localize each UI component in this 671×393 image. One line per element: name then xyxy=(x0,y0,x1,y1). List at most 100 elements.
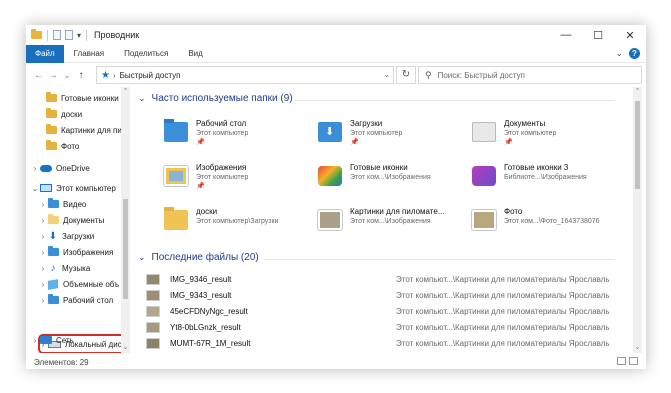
ready-icons-folder-icon xyxy=(318,166,342,186)
recent-file-row[interactable]: MUMT-67R_1M_result Этот компьют...\Карти… xyxy=(146,335,616,351)
minimize-button[interactable]: — xyxy=(550,25,582,45)
new-folder-icon[interactable] xyxy=(65,30,73,40)
pin-icon: 📌 xyxy=(504,139,513,146)
section-divider xyxy=(264,259,614,260)
collapse-chevron-icon[interactable]: ⌄ xyxy=(138,252,146,263)
nav-item-music[interactable]: › ♪ Музыка xyxy=(38,261,91,275)
nav-item-pictures[interactable]: › Изображения xyxy=(38,245,113,259)
expand-chevron-icon[interactable]: › xyxy=(38,200,48,209)
explorer-app-icon[interactable] xyxy=(31,29,42,39)
tab-file[interactable]: Файл xyxy=(26,44,64,63)
scrollbar-thumb[interactable] xyxy=(123,199,128,299)
desktop-folder-icon xyxy=(164,119,188,142)
close-button[interactable]: ✕ xyxy=(614,25,646,45)
breadcrumb-separator: › xyxy=(112,70,116,80)
scroll-up-icon[interactable]: ⌃ xyxy=(121,87,130,95)
view-switcher xyxy=(617,357,638,365)
breadcrumb-quick-access[interactable]: Быстрый доступ xyxy=(120,71,181,80)
frequent-folders-header[interactable]: ⌄ Часто используемые папки (9) xyxy=(138,93,293,104)
recent-locations-button[interactable]: ⌄ xyxy=(60,71,74,80)
nav-item-ready-icons[interactable]: Готовые иконки xyxy=(46,91,119,105)
nav-item-desktop[interactable]: › Рабочий стол xyxy=(38,293,113,307)
folder-tile-lumber-pictures[interactable]: Картинки для пиломате... Этот ком...\Изоб… xyxy=(316,203,466,241)
content-scrollbar[interactable]: ⌃ ⌄ xyxy=(633,87,642,353)
window-title: Проводник xyxy=(94,30,140,40)
nav-item-boards[interactable]: доски xyxy=(46,107,82,121)
folder-tile-desktop[interactable]: Рабочий стол Этот компьютер 📌 xyxy=(162,115,312,153)
expand-chevron-icon[interactable]: › xyxy=(38,232,48,241)
folder-tile-pictures[interactable]: Изображения Этот компьютер 📌 xyxy=(162,159,312,197)
expand-chevron-icon[interactable]: › xyxy=(30,336,40,345)
maximize-button[interactable]: ☐ xyxy=(582,25,614,45)
large-icons-view-icon[interactable] xyxy=(629,357,638,365)
nav-item-3d-objects[interactable]: › Объемные объ xyxy=(38,277,119,291)
tab-view[interactable]: Вид xyxy=(178,45,212,63)
expand-chevron-icon[interactable]: › xyxy=(38,280,48,289)
details-view-icon[interactable] xyxy=(617,357,626,365)
tab-share[interactable]: Поделиться xyxy=(114,45,178,63)
scroll-down-icon[interactable]: ⌄ xyxy=(633,343,642,351)
quick-access-toolbar: ▾ xyxy=(26,25,88,45)
pin-icon: 📌 xyxy=(196,139,205,146)
pictures-folder-icon xyxy=(48,246,59,256)
recent-file-row[interactable]: 45eCFDNyNgc_result Этот компьют...\Карти… xyxy=(146,303,616,319)
expand-chevron-icon[interactable]: › xyxy=(38,296,48,305)
boards-folder-icon xyxy=(164,207,188,230)
address-bar[interactable]: ★ › Быстрый доступ ⌄ xyxy=(96,66,394,84)
photo-folder-icon xyxy=(471,209,497,231)
nav-item-downloads[interactable]: › ⬇ Загрузки xyxy=(38,229,95,243)
recent-file-row[interactable]: Yt8-0bLGnzk_result Этот компьют...\Карти… xyxy=(146,319,616,335)
collapse-chevron-icon[interactable]: ⌄ xyxy=(30,184,40,193)
recent-file-row[interactable]: IMG_9346_result Этот компьют...\Картинки… xyxy=(146,271,616,287)
scroll-up-icon[interactable]: ⌃ xyxy=(633,87,642,95)
nav-item-network[interactable]: › Сеть xyxy=(30,333,74,347)
status-bar: Элементов: 29 xyxy=(26,355,646,369)
nav-pane-scrollbar[interactable]: ⌃ ⌄ xyxy=(121,87,130,353)
expand-ribbon-icon[interactable]: ⌄ xyxy=(615,48,623,59)
up-button[interactable]: ↑ xyxy=(74,70,88,81)
ready-icons-3-folder-icon xyxy=(472,166,496,186)
folder-tile-ready-icons[interactable]: Готовые иконки Этот ком...\Изображения xyxy=(316,159,466,197)
folder-tile-downloads[interactable]: ЗагрузкиЭтот компьютер📌 xyxy=(316,115,466,153)
scrollbar-thumb[interactable] xyxy=(635,101,640,189)
window-controls: — ☐ ✕ xyxy=(550,25,646,45)
nav-item-lumber-pictures[interactable]: Картинки для пи xyxy=(46,123,122,137)
music-note-icon: ♪ xyxy=(50,262,56,274)
navigation-pane: Готовые иконки доски Картинки для пи Фот… xyxy=(26,87,130,353)
help-icon[interactable]: ? xyxy=(629,48,640,59)
image-thumbnail-icon xyxy=(146,273,160,285)
back-button[interactable]: ← xyxy=(32,70,46,81)
nav-item-videos[interactable]: › Видео xyxy=(38,197,86,211)
expand-chevron-icon[interactable]: › xyxy=(38,264,48,273)
expand-chevron-icon[interactable]: › xyxy=(38,248,48,257)
folder-icon xyxy=(46,140,57,150)
nav-item-this-pc[interactable]: ⌄ Этот компьютер xyxy=(30,181,116,195)
recent-file-row[interactable]: IMG_9343_result Этот компьют...\Картинки… xyxy=(146,287,616,303)
properties-icon[interactable] xyxy=(53,30,61,40)
tab-home[interactable]: Главная xyxy=(64,45,114,63)
forward-button[interactable]: → xyxy=(46,70,60,81)
recent-files-header[interactable]: ⌄ Последние файлы (20) xyxy=(138,252,259,263)
nav-item-onedrive[interactable]: › OneDrive xyxy=(30,161,90,175)
expand-chevron-icon[interactable]: › xyxy=(30,164,40,173)
toolbar-divider xyxy=(47,29,48,41)
collapse-chevron-icon[interactable]: ⌄ xyxy=(138,93,146,104)
folder-tile-ready-icons-3[interactable]: Готовые иконки 3 Библиоте...\Изображения xyxy=(470,159,620,197)
folder-tile-boards[interactable]: доски Этот компьютер\Загрузки xyxy=(162,203,312,241)
folder-tile-photo[interactable]: Фото Этот ком...\Фото_1643738076 xyxy=(470,203,620,241)
folder-tile-documents[interactable]: Документы Этот компьютер 📌 xyxy=(470,115,620,153)
documents-folder-icon xyxy=(48,214,59,224)
expand-chevron-icon[interactable]: › xyxy=(38,216,48,225)
pictures-folder-icon xyxy=(163,165,189,187)
nav-item-photo[interactable]: Фото xyxy=(46,139,79,153)
pin-icon: 📌 xyxy=(196,183,205,190)
address-dropdown-icon[interactable]: ⌄ xyxy=(383,70,390,79)
refresh-button[interactable]: ↻ xyxy=(396,66,416,84)
search-input[interactable]: ⚲ Поиск: Быстрый доступ xyxy=(418,66,642,84)
pictures-lumber-folder-icon xyxy=(317,209,343,231)
3d-objects-cube-icon xyxy=(48,278,58,290)
scroll-down-icon[interactable]: ⌄ xyxy=(121,343,130,351)
explorer-window: ▾ Проводник — ☐ ✕ Файл Главная Поделитьс… xyxy=(26,25,646,369)
nav-item-documents[interactable]: › Документы xyxy=(38,213,104,227)
customize-toolbar-icon[interactable]: ▾ xyxy=(77,31,81,40)
